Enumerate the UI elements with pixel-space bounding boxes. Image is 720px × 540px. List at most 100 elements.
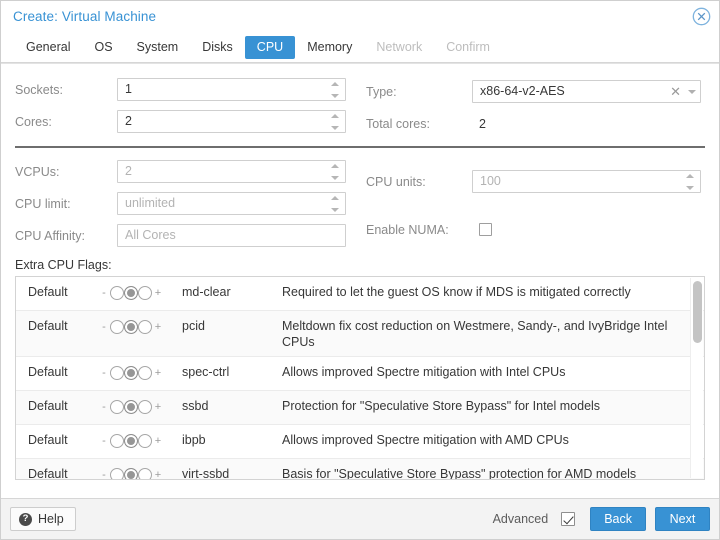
flag-radio-group[interactable] — [110, 400, 152, 414]
tab-system[interactable]: System — [125, 36, 191, 59]
help-button[interactable]: ? Help — [10, 507, 76, 531]
flag-state-label: Default — [28, 399, 68, 413]
flag-radio-option[interactable] — [124, 320, 138, 334]
cpu-flags-rows: Default - + md-clear Required to let the gue… — [16, 277, 704, 479]
cores-spinner[interactable] — [329, 113, 340, 130]
flag-radio-group[interactable] — [110, 286, 152, 300]
flag-radio-option[interactable] — [124, 286, 138, 300]
table-row: Default - + spec-ctrl Allows improved Spectr… — [16, 357, 704, 391]
flag-state-selector[interactable]: - + — [100, 432, 182, 448]
flag-radio-option[interactable] — [138, 320, 152, 334]
cpu-affinity-input[interactable]: All Cores — [117, 224, 346, 247]
tab-general[interactable]: General — [14, 36, 82, 59]
tab-os[interactable]: OS — [82, 36, 124, 59]
cpu-units-value: 100 — [480, 174, 501, 189]
cpu-limit-spinner[interactable] — [329, 195, 340, 212]
cpu-units-spinner[interactable] — [684, 173, 695, 190]
flag-minus-button[interactable]: - — [100, 287, 108, 299]
cores-input[interactable]: 2 — [117, 110, 346, 133]
sockets-spinner[interactable] — [329, 81, 340, 98]
next-button[interactable]: Next — [655, 507, 710, 531]
flag-radio-option[interactable] — [138, 366, 152, 380]
flag-radio-option[interactable] — [138, 286, 152, 300]
tab-disks[interactable]: Disks — [190, 36, 245, 59]
chevron-down-icon — [685, 185, 694, 190]
chevron-up-icon — [330, 195, 339, 200]
flag-minus-button[interactable]: - — [100, 367, 108, 379]
cpu-limit-input[interactable]: unlimited — [117, 192, 346, 215]
flag-state-label: Default — [28, 319, 68, 333]
flag-plus-button[interactable]: + — [154, 469, 162, 479]
flag-radio-option[interactable] — [124, 366, 138, 380]
flag-radio-group[interactable] — [110, 468, 152, 479]
flag-name: ssbd — [182, 399, 209, 413]
flag-radio-option[interactable] — [124, 400, 138, 414]
cores-value: 2 — [125, 114, 132, 128]
flag-state-selector[interactable]: - + — [100, 398, 182, 414]
flag-description: Allows improved Spectre mitigation with … — [282, 365, 566, 379]
flag-radio-option[interactable] — [138, 400, 152, 414]
clear-x-icon[interactable]: ✕ — [670, 85, 681, 98]
flag-state-selector[interactable]: - + — [100, 284, 182, 300]
flag-plus-button[interactable]: + — [154, 287, 162, 299]
flag-description: Basis for "Speculative Store Bypass" pro… — [282, 467, 637, 479]
table-row: Default - + virt-ssbd Basis for "Speculative… — [16, 459, 704, 479]
sockets-input[interactable]: 1 — [117, 78, 346, 101]
cpu-left-column: Sockets: 1 Cores: 2 — [13, 78, 346, 133]
enable-numa-checkbox[interactable] — [479, 223, 492, 237]
flag-state-selector[interactable]: - + — [100, 318, 182, 334]
cpu-advanced-left-column: VCPUs: 2 CPU limit: unlimited CPU Affini… — [13, 160, 346, 247]
close-circle-icon[interactable] — [692, 7, 711, 26]
tab-cpu[interactable]: CPU — [244, 35, 296, 59]
cpu-affinity-label: CPU Affinity: — [15, 228, 85, 243]
tab-memory[interactable]: Memory — [295, 36, 364, 59]
flag-radio-group[interactable] — [110, 434, 152, 448]
vcpus-input[interactable]: 2 — [117, 160, 346, 183]
chevron-down-icon — [330, 93, 339, 98]
flag-name: ibpb — [182, 433, 206, 447]
type-label: Type: — [366, 84, 397, 99]
flag-plus-button[interactable]: + — [154, 435, 162, 447]
flag-radio-option[interactable] — [124, 434, 138, 448]
flag-plus-button[interactable]: + — [154, 321, 162, 333]
advanced-checkbox[interactable] — [561, 512, 576, 526]
flag-state-selector[interactable]: - + — [100, 364, 182, 380]
extra-cpu-flags-label: Extra CPU Flags: — [15, 258, 112, 272]
flag-minus-button[interactable]: - — [100, 321, 108, 333]
flag-minus-button[interactable]: - — [100, 401, 108, 413]
type-value: x86-64-v2-AES — [480, 84, 565, 99]
question-mark-icon: ? — [19, 512, 32, 526]
dialog-titlebar: Create: Virtual Machine — [1, 1, 719, 32]
flag-radio-group[interactable] — [110, 366, 152, 380]
flag-plus-button[interactable]: + — [154, 367, 162, 379]
flag-radio-option[interactable] — [110, 286, 124, 300]
flag-minus-button[interactable]: - — [100, 435, 108, 447]
tab-confirm: Confirm — [446, 39, 490, 54]
cpu-limit-placeholder: unlimited — [125, 196, 176, 210]
cpu-units-input[interactable]: 100 — [472, 170, 701, 194]
type-combobox[interactable]: x86-64-v2-AES ✕ — [472, 80, 701, 104]
vcpus-value: 2 — [125, 164, 132, 178]
flag-minus-button[interactable]: - — [100, 469, 108, 479]
flag-radio-option[interactable] — [110, 320, 124, 334]
chevron-down-icon — [330, 175, 339, 180]
vcpus-spinner[interactable] — [329, 163, 340, 180]
flag-radio-group[interactable] — [110, 320, 152, 334]
flag-name: virt-ssbd — [182, 467, 230, 479]
flag-state-selector[interactable]: - + — [100, 466, 182, 479]
back-button[interactable]: Back — [590, 507, 646, 531]
flag-radio-option[interactable] — [110, 400, 124, 414]
flag-radio-option[interactable] — [124, 468, 138, 479]
flag-radio-option[interactable] — [110, 468, 124, 479]
type-combobox-icons: ✕ — [670, 81, 696, 102]
dialog-title: Create: Virtual Machine — [13, 9, 157, 24]
cpu-flags-scrollbar-thumb[interactable] — [693, 281, 702, 343]
flag-radio-option[interactable] — [138, 468, 152, 479]
flag-radio-option[interactable] — [110, 366, 124, 380]
flag-radio-option[interactable] — [110, 434, 124, 448]
chevron-down-icon[interactable] — [688, 90, 696, 95]
flag-description: Allows improved Spectre mitigation with … — [282, 433, 569, 447]
cpu-flags-scrollbar[interactable] — [690, 278, 703, 478]
flag-radio-option[interactable] — [138, 434, 152, 448]
flag-plus-button[interactable]: + — [154, 401, 162, 413]
